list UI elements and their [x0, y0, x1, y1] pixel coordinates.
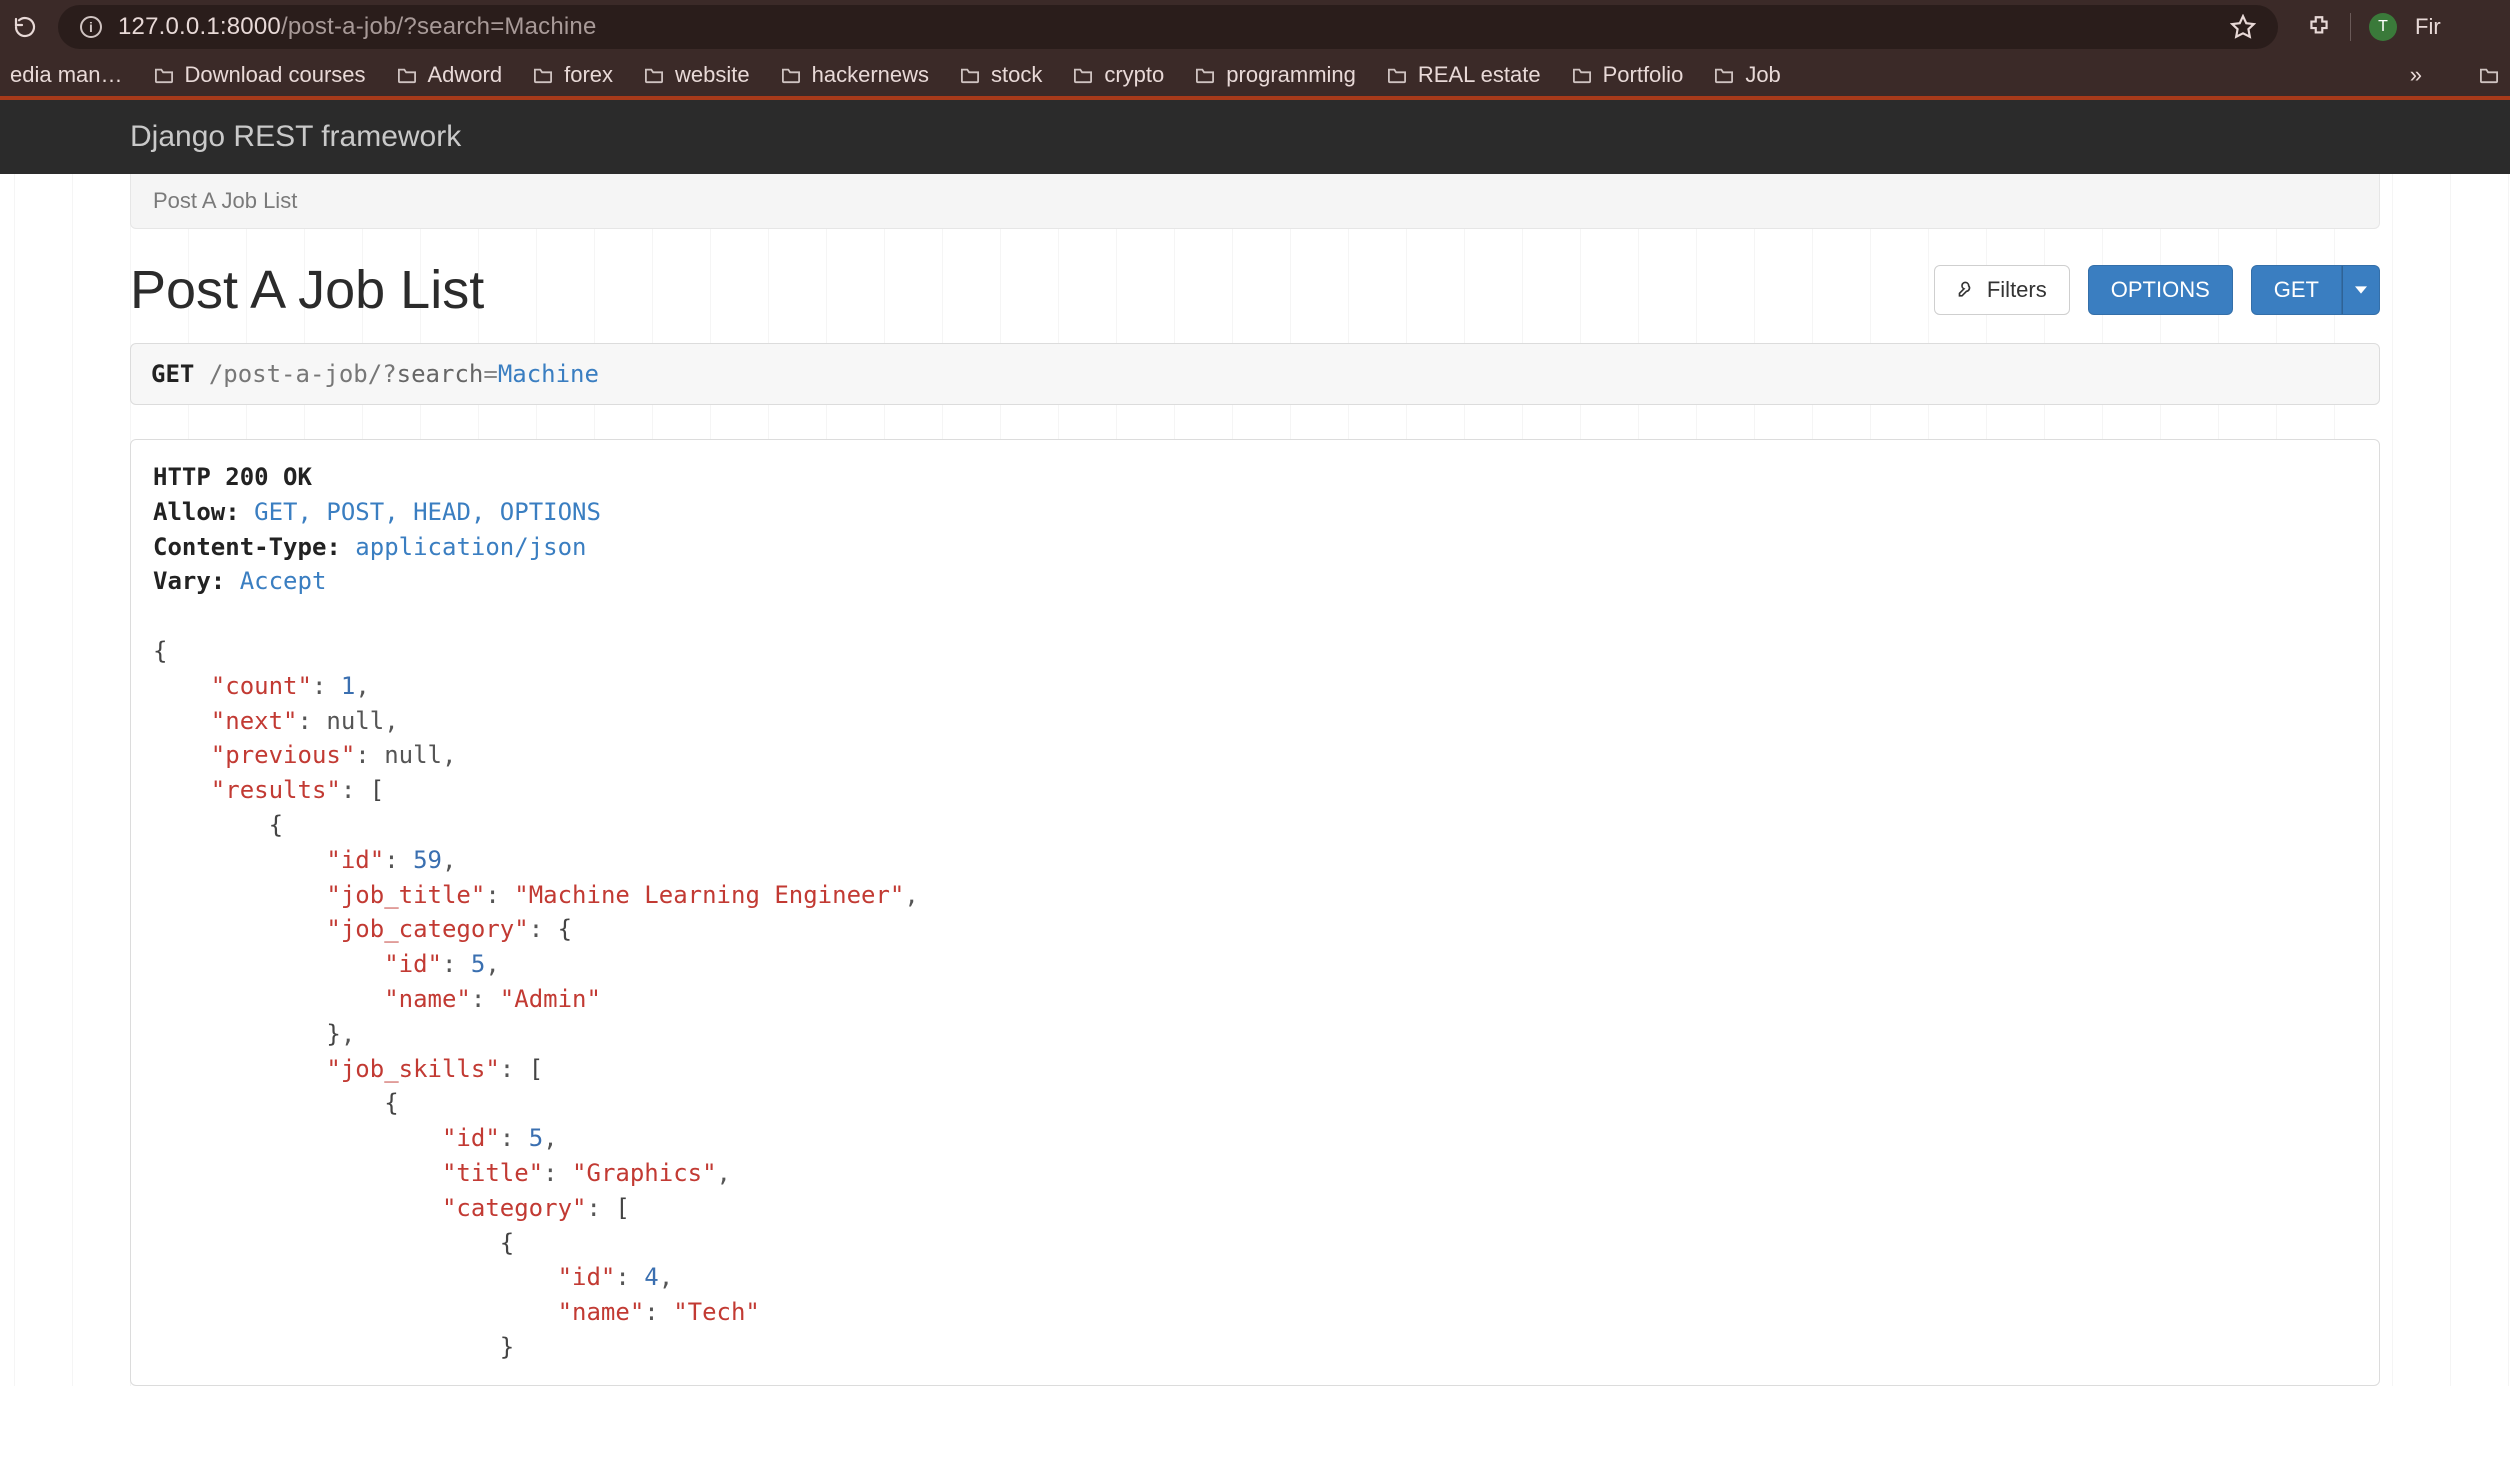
request-path: /post-a-job/	[209, 360, 382, 388]
extensions-icon[interactable]	[2306, 14, 2332, 40]
folder-icon	[532, 66, 554, 84]
reload-icon[interactable]	[12, 14, 38, 40]
wrench-icon	[1957, 280, 1977, 300]
bookmark-item[interactable]: edia man…	[10, 62, 123, 88]
bookmark-item[interactable]: Download courses	[153, 62, 366, 88]
bookmark-label: Adword	[428, 62, 503, 88]
browser-toolbar: i 127.0.0.1:8000/post-a-job/?search=Mach…	[0, 0, 2510, 54]
caret-down-icon	[2355, 284, 2367, 296]
drf-header: Django REST framework	[0, 100, 2510, 174]
bookmark-item[interactable]: Portfolio	[1571, 62, 1684, 88]
response-box: HTTP 200 OK Allow: GET, POST, HEAD, OPTI…	[130, 439, 2380, 1386]
bookmark-label: stock	[991, 62, 1042, 88]
get-label: GET	[2274, 277, 2319, 303]
request-query-key: search	[397, 360, 484, 388]
folder-icon	[643, 66, 665, 84]
bookmark-item[interactable]: forex	[532, 62, 613, 88]
site-info-icon[interactable]: i	[80, 16, 102, 38]
bookmark-label: crypto	[1104, 62, 1164, 88]
filters-button[interactable]: Filters	[1934, 265, 2070, 315]
get-dropdown-toggle[interactable]	[2342, 265, 2380, 315]
header-name-contenttype: Content-Type:	[153, 533, 341, 561]
options-button[interactable]: OPTIONS	[2088, 265, 2233, 315]
bookmark-item[interactable]: stock	[959, 62, 1042, 88]
url-text: 127.0.0.1:8000/post-a-job/?search=Machin…	[118, 13, 597, 41]
header-value-vary: Accept	[240, 567, 327, 595]
folder-icon	[1072, 66, 1094, 84]
browser-right-label: Fir	[2415, 14, 2441, 40]
bookmark-label: website	[675, 62, 750, 88]
options-label: OPTIONS	[2111, 277, 2210, 303]
request-query-value: Machine	[498, 360, 599, 388]
address-bar[interactable]: i 127.0.0.1:8000/post-a-job/?search=Mach…	[58, 5, 2278, 49]
bookmark-item[interactable]: website	[643, 62, 750, 88]
bookmark-label: Job	[1745, 62, 1780, 88]
folder-icon	[1386, 66, 1408, 84]
profile-avatar[interactable]: T	[2369, 13, 2397, 41]
url-path: /post-a-job/?search=Machine	[281, 13, 597, 40]
bookmarks-bar: edia man… Download courses Adword forex …	[0, 54, 2510, 100]
bookmark-label: edia man…	[10, 62, 123, 88]
bookmark-label: hackernews	[812, 62, 929, 88]
status-line: HTTP 200 OK	[153, 463, 312, 491]
request-line: GET /post-a-job/?search=Machine	[130, 343, 2380, 405]
header-value-allow: GET, POST, HEAD, OPTIONS	[254, 498, 601, 526]
request-method: GET	[151, 360, 194, 388]
bookmarks-overflow-icon[interactable]: »	[2410, 62, 2424, 88]
bookmark-item[interactable]: REAL estate	[1386, 62, 1541, 88]
response-json-body: { "count": 1, "next": null, "previous": …	[153, 637, 919, 1361]
bookmark-label: Portfolio	[1603, 62, 1684, 88]
title-row: Post A Job List Filters OPTIONS GET	[130, 259, 2380, 321]
breadcrumb-item[interactable]: Post A Job List	[153, 188, 297, 213]
bookmark-star-icon[interactable]	[2230, 14, 2256, 40]
get-button[interactable]: GET	[2251, 265, 2342, 315]
bookmark-label: REAL estate	[1418, 62, 1541, 88]
bookmark-item[interactable]: hackernews	[780, 62, 929, 88]
bookmark-item[interactable]: crypto	[1072, 62, 1164, 88]
folder-icon	[153, 66, 175, 84]
folder-icon[interactable]	[2478, 66, 2500, 84]
bookmark-item[interactable]: Adword	[396, 62, 503, 88]
request-qmark: ?	[382, 360, 396, 388]
get-split-button: GET	[2251, 265, 2380, 315]
folder-icon	[396, 66, 418, 84]
filters-label: Filters	[1987, 277, 2047, 303]
header-name-vary: Vary:	[153, 567, 225, 595]
folder-icon	[959, 66, 981, 84]
folder-icon	[1571, 66, 1593, 84]
page-content: Post A Job List Post A Job List Filters …	[0, 174, 2510, 1386]
request-eq: =	[483, 360, 497, 388]
folder-icon	[1713, 66, 1735, 84]
bookmark-item[interactable]: Job	[1713, 62, 1780, 88]
folder-icon	[780, 66, 802, 84]
bookmark-label: Download courses	[185, 62, 366, 88]
header-name-allow: Allow:	[153, 498, 240, 526]
bookmark-label: programming	[1226, 62, 1356, 88]
breadcrumb: Post A Job List	[130, 174, 2380, 229]
separator	[2350, 13, 2351, 41]
profile-initial: T	[2378, 18, 2388, 36]
url-host: 127.0.0.1:8000	[118, 13, 281, 40]
folder-icon	[1194, 66, 1216, 84]
browser-top-right: T Fir	[2298, 13, 2441, 41]
page-title: Post A Job List	[130, 259, 1934, 321]
drf-brand-link[interactable]: Django REST framework	[130, 120, 461, 154]
bookmark-label: forex	[564, 62, 613, 88]
header-value-contenttype: application/json	[355, 533, 586, 561]
bookmark-item[interactable]: programming	[1194, 62, 1356, 88]
action-buttons: Filters OPTIONS GET	[1934, 265, 2380, 315]
